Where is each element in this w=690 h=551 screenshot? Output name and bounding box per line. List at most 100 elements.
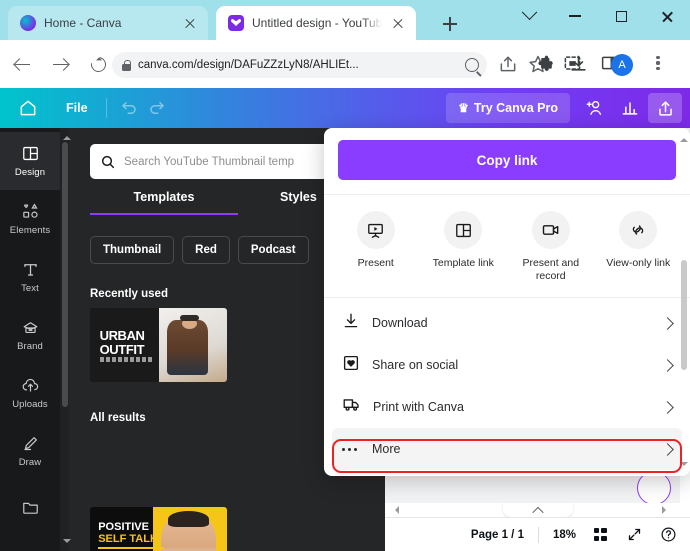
tab-templates[interactable]: Templates [90, 190, 238, 215]
share-option-print-with-canva[interactable]: Print with Canva [332, 386, 682, 428]
copy-link-button[interactable]: Copy link [338, 140, 676, 180]
chip-thumbnail[interactable]: Thumbnail [90, 236, 175, 264]
sidebar-item-projects[interactable] [0, 480, 60, 538]
present-icon [356, 211, 395, 249]
scroll-down-arrow-icon[interactable] [62, 539, 71, 547]
grid-view-icon[interactable] [590, 525, 610, 545]
share-panel-scrollbar[interactable] [680, 134, 688, 470]
add-collaborator-icon[interactable] [579, 93, 609, 123]
new-tab-button[interactable] [438, 12, 462, 36]
fullscreen-icon[interactable] [624, 525, 644, 545]
template-line-1: URBAN [99, 327, 145, 343]
share-dropdown-panel: Copy link Present Template link Present … [324, 128, 690, 476]
sidebar-item-text[interactable]: Text [0, 248, 60, 306]
recently-used-title: Recently used [90, 288, 168, 300]
share-option-label: Share on social [372, 358, 459, 373]
canvas-horizontal-scrollbar[interactable] [385, 503, 690, 519]
more-dots-icon [342, 447, 360, 451]
downloads-icon[interactable] [569, 54, 591, 76]
undo-icon[interactable] [115, 94, 143, 122]
kebab-menu-icon[interactable] [648, 53, 668, 77]
back-arrow-icon[interactable] [6, 48, 38, 80]
browser-tab-home-canva[interactable]: Home - Canva [8, 6, 208, 40]
minimize-button[interactable] [552, 0, 598, 32]
sidebar-item-draw[interactable]: Draw [0, 422, 60, 480]
list-item[interactable]: POSITIVE SELF TALK #10 [90, 507, 227, 551]
zoom-level[interactable]: 18% [553, 529, 576, 541]
quick-action-view-only-link[interactable]: View-only link [595, 211, 683, 283]
avatar[interactable]: A [611, 54, 633, 76]
share-upload-icon[interactable] [648, 93, 682, 123]
templates-panel-scrollbar[interactable] [60, 128, 71, 551]
close-window-button[interactable] [644, 0, 690, 32]
noop5 [508, 54, 530, 76]
quick-action-template-link[interactable]: Template link [420, 211, 508, 283]
share-social-heart-icon [342, 354, 360, 377]
share-option-label: Print with Canva [373, 400, 465, 415]
scroll-thumb[interactable] [681, 260, 687, 370]
tab-styles[interactable]: Styles [280, 190, 317, 215]
tab-title: Home - Canva [44, 16, 122, 30]
list-item[interactable]: URBAN OUTFIT [90, 308, 227, 382]
floating-action-button[interactable] [637, 471, 671, 505]
forward-arrow-icon[interactable] [44, 48, 76, 80]
close-icon[interactable] [182, 15, 198, 31]
chip-red[interactable]: Red [182, 236, 230, 264]
tab-list-chevron-down-icon[interactable] [506, 0, 552, 32]
reload-icon[interactable] [82, 48, 114, 80]
browser-window: Home - Canva Untitled design - YouTube T… [0, 0, 690, 551]
search-icon[interactable] [465, 58, 479, 72]
quick-action-present-and-record[interactable]: Present and record [507, 211, 595, 283]
page-panel-toggle[interactable] [502, 503, 573, 519]
scroll-up-arrow-icon[interactable] [62, 132, 71, 140]
sidebar-item-design[interactable]: Design [0, 132, 60, 190]
browser-tab-untitled-design[interactable]: Untitled design - YouTube Th [216, 6, 416, 40]
scroll-thumb[interactable] [61, 142, 68, 407]
divider [105, 98, 107, 118]
quick-action-label: Template link [432, 257, 494, 269]
scroll-right-arrow-icon[interactable] [662, 506, 670, 514]
chevron-right-icon [661, 316, 674, 330]
template-line-1: POSITIVE [98, 520, 149, 533]
lock-icon [122, 59, 131, 71]
share-option-more[interactable]: More [332, 428, 682, 471]
quick-action-label: Present [357, 257, 394, 269]
scroll-left-arrow-icon[interactable] [391, 506, 399, 514]
share-option-label: Download [372, 316, 428, 331]
sidebar-item-label: Elements [9, 225, 51, 236]
view-only-link-icon [619, 211, 658, 249]
address-bar[interactable]: canva.com/design/DAFuZZzLyN8/AHLIEt... [112, 52, 487, 78]
search-input[interactable]: Search YouTube Thumbnail temp [90, 144, 358, 179]
file-menu-button[interactable]: File [56, 96, 98, 120]
browser-tab-strip: Home - Canva Untitled design - YouTube T… [0, 0, 690, 40]
scroll-up-arrow-icon[interactable] [680, 134, 688, 142]
chevron-right-icon [661, 400, 674, 414]
share-option-download[interactable]: Download [332, 302, 682, 344]
insights-icon[interactable] [615, 93, 645, 123]
try-canva-pro-button[interactable]: ♛ Try Canva Pro [446, 93, 570, 123]
sidebar-item-label: Text [21, 283, 39, 294]
redo-icon[interactable] [143, 94, 171, 122]
scroll-down-arrow-icon[interactable] [680, 462, 688, 470]
quick-action-label: Present and record [522, 257, 580, 283]
print-truck-icon [342, 395, 361, 419]
home-icon[interactable] [8, 98, 48, 118]
sidebar-item-brand[interactable]: Brand [0, 306, 60, 364]
template-line-2: OUTFIT [99, 341, 145, 357]
sidebar-item-label: Uploads [12, 399, 48, 410]
extensions-icon[interactable] [536, 54, 558, 76]
search-icon [101, 155, 115, 168]
sidebar-item-label: Draw [18, 457, 42, 468]
quick-action-present[interactable]: Present [332, 211, 420, 283]
download-icon [342, 312, 360, 335]
close-icon[interactable] [390, 15, 406, 31]
present-record-icon [531, 211, 570, 249]
maximize-button[interactable] [598, 0, 644, 32]
sidebar-item-label: Brand [17, 341, 43, 352]
chip-podcast[interactable]: Podcast [237, 236, 309, 264]
sidebar-item-elements[interactable]: Elements [0, 190, 60, 248]
sidebar-item-uploads[interactable]: Uploads [0, 364, 60, 422]
share-option-share-on-social[interactable]: Share on social [332, 344, 682, 386]
canva-heart-icon [228, 15, 244, 31]
help-icon[interactable] [658, 525, 678, 545]
